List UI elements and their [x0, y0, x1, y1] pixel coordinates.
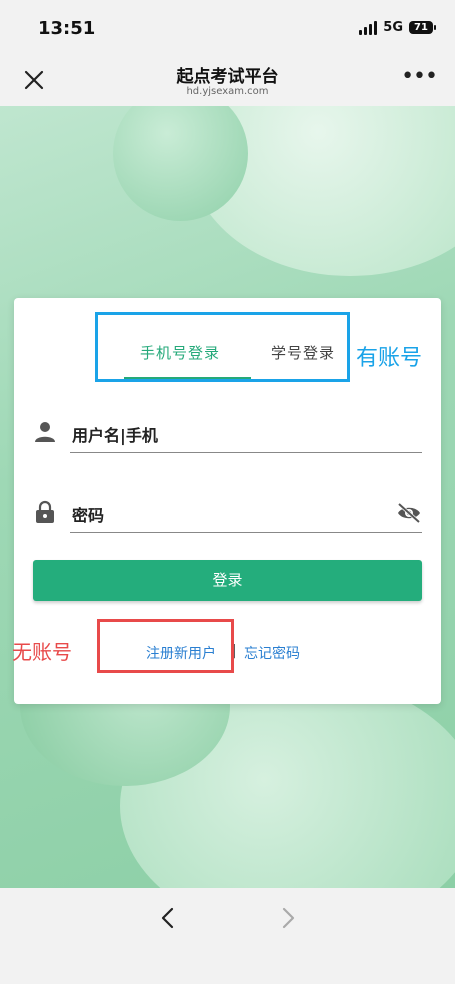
status-time: 13:51: [38, 18, 96, 39]
signal-icon: [359, 20, 378, 35]
page-title: 起点考试平台: [176, 67, 279, 87]
login-card: 手机号登录 学号登录 有账号 用户名|手机 密码 登录 注册新用户 | 忘记密码…: [12, 298, 441, 704]
back-arrow-icon[interactable]: [158, 906, 178, 930]
battery-icon: 71: [409, 21, 436, 34]
browser-toolbar: [0, 888, 455, 984]
user-icon: [35, 422, 55, 442]
more-options-icon[interactable]: •••: [401, 66, 438, 88]
password-label: 密码: [72, 506, 105, 525]
lock-icon: [36, 500, 54, 523]
page-content: 手机号登录 学号登录 有账号 用户名|手机 密码 登录 注册新用户 | 忘记密码…: [0, 106, 455, 888]
username-label: 用户名|手机: [72, 426, 158, 445]
field-underline: [70, 452, 422, 453]
page-url: hd.yjsexam.com: [186, 86, 269, 97]
status-indicators: 5G 71: [359, 20, 436, 35]
annotation-box-blue: [95, 312, 350, 382]
forgot-password-link[interactable]: 忘记密码: [244, 643, 300, 663]
annotation-has-account: 有账号: [356, 346, 423, 371]
eye-off-icon[interactable]: [396, 502, 422, 524]
field-underline: [70, 532, 422, 533]
annotation-box-red: [97, 619, 234, 673]
forward-arrow-icon[interactable]: [278, 906, 298, 930]
network-label: 5G: [383, 20, 403, 35]
nav-bar: 起点考试平台 hd.yjsexam.com •••: [0, 56, 455, 106]
login-button[interactable]: 登录: [33, 560, 422, 601]
annotation-no-account: 无账号: [12, 640, 72, 664]
status-bar: 13:51 5G 71: [0, 0, 455, 56]
